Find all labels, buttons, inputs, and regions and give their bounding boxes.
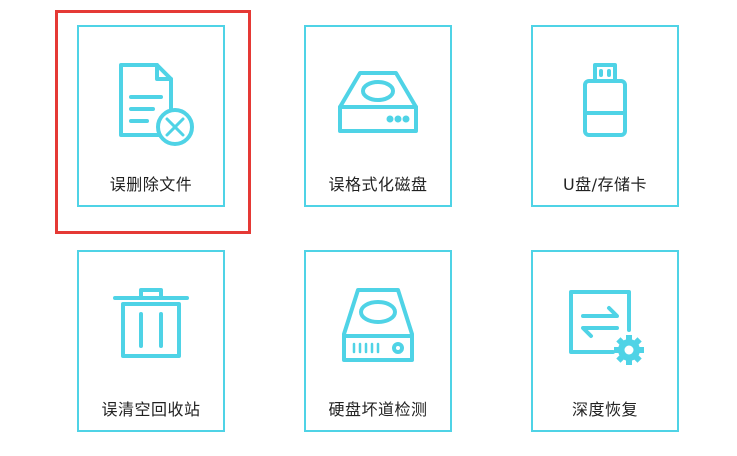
usb-drive-icon	[533, 41, 677, 161]
hard-disk-icon	[306, 41, 450, 161]
tile-usb-card[interactable]: U盘/存储卡	[531, 25, 679, 207]
tile-deleted-files[interactable]: 误删除文件	[77, 25, 225, 207]
tile-bad-sector[interactable]: 硬盘坏道检测	[304, 250, 452, 432]
tile-label: 误清空回收站	[101, 400, 201, 419]
tile-label: 硬盘坏道检测	[328, 400, 428, 419]
trash-bin-icon	[79, 266, 223, 386]
tile-label: U盘/存储卡	[562, 175, 648, 194]
tile-recycle-bin[interactable]: 误清空回收站	[77, 250, 225, 432]
tile-formatted-disk[interactable]: 误格式化磁盘	[304, 25, 452, 207]
tile-label: 误格式化磁盘	[328, 175, 428, 194]
file-deleted-icon	[79, 41, 223, 161]
hard-disk-check-icon	[306, 266, 450, 386]
tile-label: 深度恢复	[571, 400, 638, 419]
tile-label: 误删除文件	[109, 175, 193, 194]
deep-recovery-icon	[533, 266, 677, 386]
tile-deep-recovery[interactable]: 深度恢复	[531, 250, 679, 432]
